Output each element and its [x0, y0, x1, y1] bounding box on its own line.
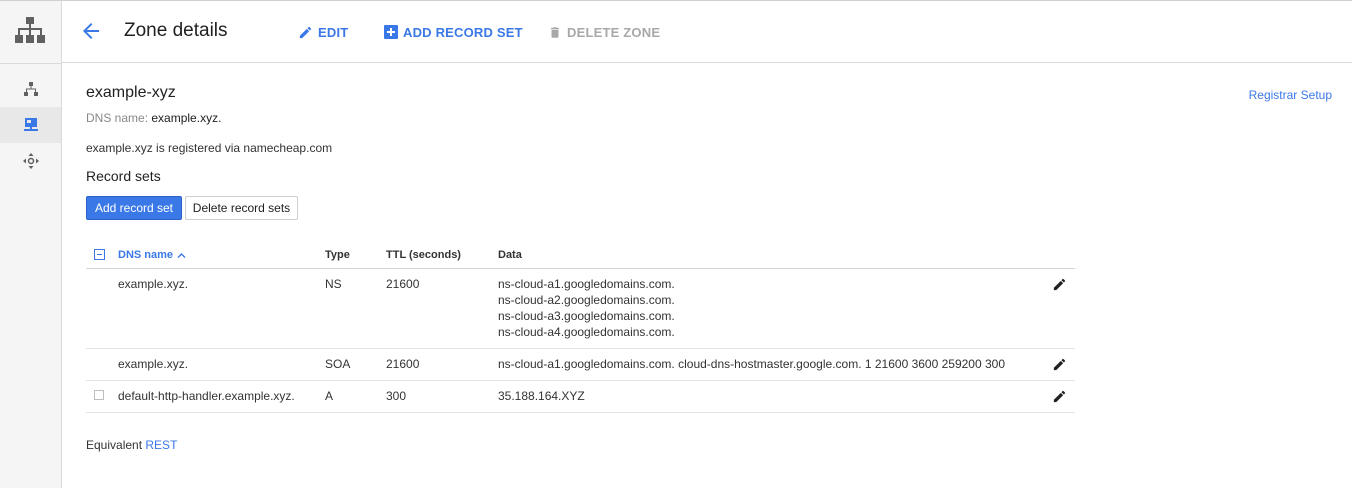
page-title: Zone details: [124, 20, 228, 41]
record-data-line: 35.188.164.XYZ: [498, 389, 585, 403]
record-data: ns-cloud-a1.googledomains.com. ns-cloud-…: [498, 276, 675, 340]
record-ttl: 21600: [386, 277, 420, 291]
row-select-checkbox[interactable]: [94, 390, 104, 400]
pencil-icon: [1053, 390, 1066, 403]
table-header: DNS name Type TTL (seconds) Data: [86, 242, 1075, 269]
record-dns-name: example.xyz.: [118, 357, 189, 371]
nav-cloud-dns[interactable]: [0, 107, 61, 143]
left-nav-rail: [0, 1, 62, 488]
delete-record-sets-button[interactable]: Delete record sets: [185, 196, 298, 220]
record-data-line: ns-cloud-a2.googledomains.com.: [498, 293, 675, 307]
pencil-icon: [299, 26, 312, 38]
nav-load-balancing[interactable]: [0, 71, 61, 107]
add-record-set-header-button[interactable]: ADD RECORD SET: [384, 23, 523, 41]
edit-record-button[interactable]: [1052, 389, 1067, 407]
dns-icon: [23, 118, 38, 131]
equivalent-rest-line: Equivalent REST: [86, 438, 177, 452]
add-record-set-header-label: ADD RECORD SET: [403, 24, 523, 40]
record-dns-name: example.xyz.: [118, 277, 189, 291]
back-button[interactable]: [80, 20, 102, 42]
record-data: 35.188.164.XYZ: [498, 388, 585, 404]
equivalent-rest-link[interactable]: REST: [145, 438, 177, 452]
record-data-line: ns-cloud-a4.googledomains.com.: [498, 325, 675, 339]
column-header-data: Data: [498, 249, 522, 261]
table-row: example.xyz. SOA 21600 ns-cloud-a1.googl…: [86, 349, 1075, 381]
arrow-back-icon: [83, 23, 99, 39]
sort-ascending-icon: [177, 253, 186, 258]
record-data-line: ns-cloud-a3.googledomains.com.: [498, 309, 675, 323]
trash-icon: [550, 26, 560, 38]
record-type: SOA: [325, 357, 351, 371]
record-ttl: 21600: [386, 357, 420, 371]
record-sets-title: Record sets: [86, 168, 161, 184]
add-record-set-button[interactable]: Add record set: [86, 196, 182, 220]
edit-zone-button[interactable]: EDIT: [298, 23, 348, 41]
record-sets-table: DNS name Type TTL (seconds) Data example…: [86, 242, 1075, 413]
record-data: ns-cloud-a1.googledomains.com. cloud-dns…: [498, 356, 1005, 372]
move-arrows-icon: [22, 153, 39, 169]
pencil-icon: [1053, 358, 1066, 371]
hierarchy-icon: [23, 82, 38, 96]
record-data-line: ns-cloud-a1.googledomains.com. cloud-dns…: [498, 357, 1005, 371]
delete-zone-label: DELETE ZONE: [567, 24, 661, 40]
record-type: NS: [325, 277, 342, 291]
rail-divider: [0, 63, 61, 64]
edit-record-button[interactable]: [1052, 357, 1067, 375]
zone-name: example-xyz: [86, 84, 176, 101]
page-header: Zone details EDIT ADD RECORD SET DELETE …: [62, 1, 1352, 63]
registration-info: example.xyz is registered via namecheap.…: [86, 141, 333, 155]
table-row: default-http-handler.example.xyz. A 300 …: [86, 381, 1075, 413]
dns-name-line: DNS name: example.xyz.: [86, 111, 221, 125]
column-dns-name-label: DNS name: [118, 249, 174, 261]
record-data-line: ns-cloud-a1.googledomains.com.: [498, 277, 675, 291]
delete-zone-button[interactable]: DELETE ZONE: [548, 23, 660, 41]
table-row: example.xyz. NS 21600 ns-cloud-a1.google…: [86, 269, 1075, 349]
column-header-ttl: TTL (seconds): [386, 249, 461, 261]
column-header-dns-name[interactable]: DNS name: [118, 249, 186, 261]
record-type: A: [325, 389, 334, 403]
dns-name-value: example.xyz.: [151, 111, 222, 125]
column-header-type: Type: [325, 249, 350, 261]
registrar-setup-link[interactable]: Registrar Setup: [1249, 88, 1332, 102]
select-all-checkbox[interactable]: [94, 249, 105, 260]
record-dns-name: default-http-handler.example.xyz.: [118, 389, 295, 403]
nav-cloud-cdn[interactable]: [0, 143, 61, 179]
network-services-logo-icon: [15, 17, 45, 45]
equivalent-label: Equivalent: [86, 438, 143, 452]
edit-record-button[interactable]: [1052, 277, 1067, 295]
edit-zone-label: EDIT: [318, 24, 349, 40]
add-box-icon: [384, 25, 398, 39]
pencil-icon: [1053, 278, 1066, 291]
record-ttl: 300: [386, 389, 407, 403]
dns-name-label: DNS name:: [86, 111, 149, 125]
